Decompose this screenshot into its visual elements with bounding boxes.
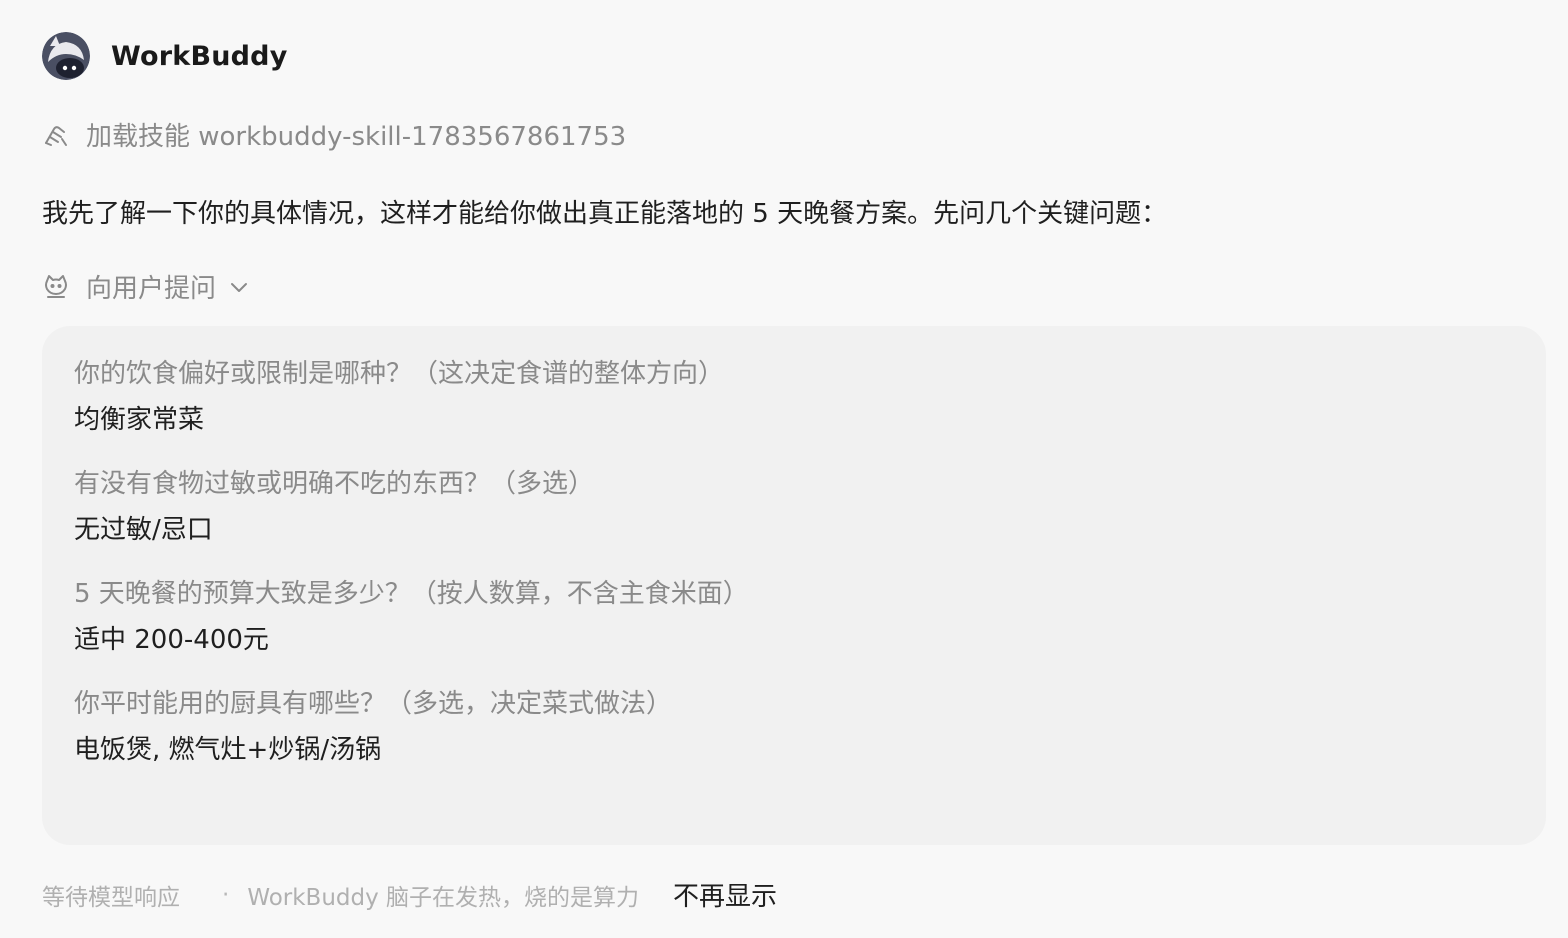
app-name: WorkBuddy: [111, 40, 288, 72]
separator-dot: ·: [222, 881, 230, 908]
ask-user-label: 向用户提问: [86, 274, 217, 304]
question-text: 你的饮食偏好或限制是哪种？（这决定食谱的整体方向）: [74, 359, 725, 389]
assistant-header: WorkBuddy: [42, 32, 288, 80]
question-text: 你平时能用的厨具有哪些？（多选，决定菜式做法）: [74, 689, 673, 719]
answer-text: 无过敏/忌口: [74, 515, 213, 545]
assistant-intro-message: 我先了解一下你的具体情况，这样才能给你做出真正能落地的 5 天晚餐方案。先问几个…: [42, 199, 1168, 229]
chevron-down-icon: [228, 276, 250, 298]
skill-load-text: 加载技能 workbuddy-skill-1783567861753: [86, 122, 627, 152]
answer-text: 均衡家常菜: [74, 405, 205, 435]
dont-show-again-button[interactable]: 不再显示: [673, 876, 777, 913]
status-footer: 等待模型响应 · WorkBuddy 脑子在发热，烧的是算力 不再显示: [42, 876, 777, 913]
waiting-status-text: 等待模型响应: [42, 884, 180, 911]
ask-user-toggle[interactable]: 向用户提问: [42, 268, 250, 305]
question-answer-card: 你的饮食偏好或限制是哪种？（这决定食谱的整体方向） 均衡家常菜 有没有食物过敏或…: [42, 326, 1546, 845]
qa-item: 有没有食物过敏或明确不吃的东西？（多选） 无过敏/忌口: [74, 466, 1514, 548]
qa-item: 5 天晚餐的预算大致是多少？（按人数算，不含主食米面） 适中 200-400元: [74, 576, 1514, 658]
qa-item: 你平时能用的厨具有哪些？（多选，决定菜式做法） 电饭煲, 燃气灶+炒锅/汤锅: [74, 686, 1514, 768]
answer-text: 电饭煲, 燃气灶+炒锅/汤锅: [74, 735, 382, 765]
question-text: 有没有食物过敏或明确不吃的东西？（多选）: [74, 469, 595, 499]
cat-mascot-avatar-icon: [42, 32, 90, 80]
cat-face-icon: [42, 273, 70, 301]
chat-page: WorkBuddy 加载技能 workbuddy-skill-178356786…: [0, 0, 1568, 938]
skill-load-icon: [42, 121, 70, 149]
thinking-status-text: WorkBuddy 脑子在发热，烧的是算力: [247, 884, 640, 911]
skill-load-status: 加载技能 workbuddy-skill-1783567861753: [42, 116, 626, 153]
question-text: 5 天晚餐的预算大致是多少？（按人数算，不含主食米面）: [74, 579, 749, 609]
qa-item: 你的饮食偏好或限制是哪种？（这决定食谱的整体方向） 均衡家常菜: [74, 356, 1514, 438]
answer-text: 适中 200-400元: [74, 625, 269, 655]
